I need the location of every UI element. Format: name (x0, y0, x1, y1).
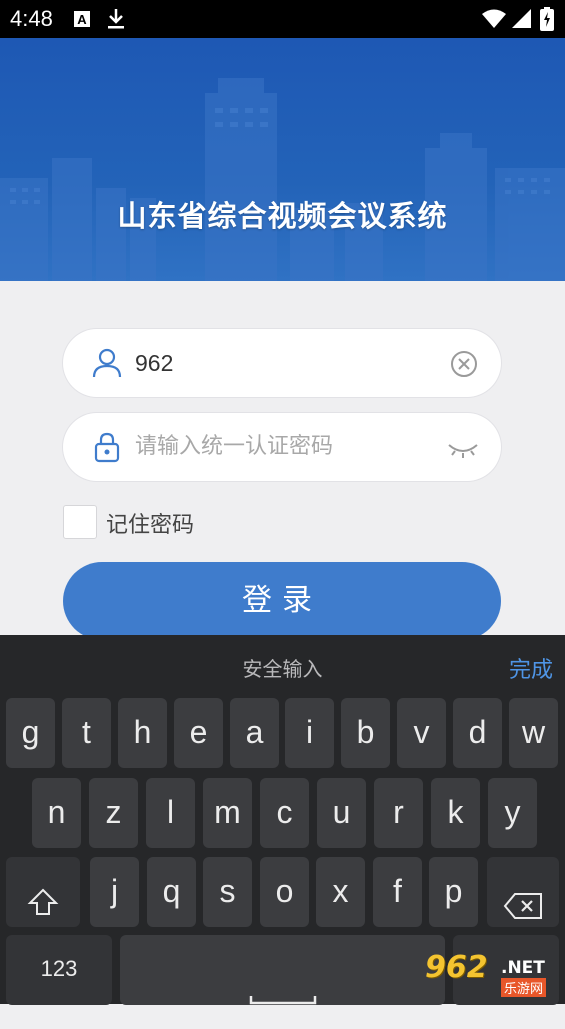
watermark-site: 乐游网 (501, 978, 547, 997)
shift-icon (27, 873, 59, 941)
key[interactable]: b (341, 698, 390, 768)
shift-key[interactable] (6, 857, 80, 927)
key[interactable]: l (146, 778, 195, 848)
space-key[interactable] (120, 935, 445, 1005)
site-watermark: 962 .NET 乐游网 (425, 950, 557, 998)
watermark-logo: 962 (425, 950, 488, 985)
key[interactable]: t (62, 698, 111, 768)
city-skyline-illustration (0, 78, 565, 281)
key[interactable]: o (260, 857, 309, 927)
app-title: 山东省综合视频会议系统 (117, 199, 448, 233)
backspace-icon (503, 875, 543, 943)
password-placeholder[interactable]: 请输入统一认证密码 (135, 431, 333, 463)
key[interactable]: s (203, 857, 252, 927)
remember-checkbox[interactable] (63, 505, 97, 539)
key[interactable]: k (431, 778, 480, 848)
key[interactable]: z (89, 778, 138, 848)
remember-label[interactable]: 记住密码 (106, 507, 194, 539)
key[interactable]: x (316, 857, 365, 927)
key[interactable]: e (174, 698, 223, 768)
key[interactable]: m (203, 778, 252, 848)
wifi-icon (481, 9, 507, 33)
numbers-key[interactable]: 123 (6, 935, 112, 1005)
password-field[interactable]: 请输入统一认证密码 (63, 413, 501, 481)
key[interactable]: d (453, 698, 502, 768)
key[interactable]: q (147, 857, 196, 927)
keyboard-done-button[interactable]: 完成 (509, 652, 553, 684)
login-button[interactable]: 登录 (63, 562, 501, 640)
text-a-icon: A (73, 10, 91, 32)
battery-icon (540, 7, 554, 35)
backspace-key[interactable] (487, 857, 559, 927)
key[interactable]: v (397, 698, 446, 768)
key[interactable]: r (374, 778, 423, 848)
header-banner: 山东省综合视频会议系统 (0, 38, 565, 281)
key[interactable]: i (285, 698, 334, 768)
eye-closed-icon[interactable] (447, 433, 479, 463)
key[interactable]: n (32, 778, 81, 848)
signal-icon (510, 9, 532, 33)
svg-text:A: A (77, 12, 87, 27)
key[interactable]: w (509, 698, 558, 768)
key[interactable]: c (260, 778, 309, 848)
key[interactable]: j (90, 857, 139, 927)
key[interactable]: h (118, 698, 167, 768)
key[interactable]: u (317, 778, 366, 848)
status-bar: 4:48 A (0, 0, 565, 38)
keyboard-header: 安全输入 完成 (0, 635, 565, 697)
username-value[interactable]: 962 (135, 347, 173, 379)
watermark-suffix: .NET (501, 958, 545, 978)
status-time: 4:48 (10, 6, 53, 31)
key[interactable]: y (488, 778, 537, 848)
key[interactable]: a (230, 698, 279, 768)
secure-keyboard: 安全输入 完成 g t h e a i b v d w n z l m c u … (0, 635, 565, 1005)
user-icon (91, 347, 123, 379)
lock-icon (91, 431, 123, 463)
keyboard-title: 安全输入 (242, 657, 323, 681)
download-icon (106, 8, 126, 34)
key[interactable]: f (373, 857, 422, 927)
key[interactable]: p (429, 857, 478, 927)
key[interactable]: g (6, 698, 55, 768)
username-field[interactable]: 962 (63, 329, 501, 397)
clear-icon[interactable] (449, 349, 479, 379)
space-icon (249, 961, 317, 1029)
